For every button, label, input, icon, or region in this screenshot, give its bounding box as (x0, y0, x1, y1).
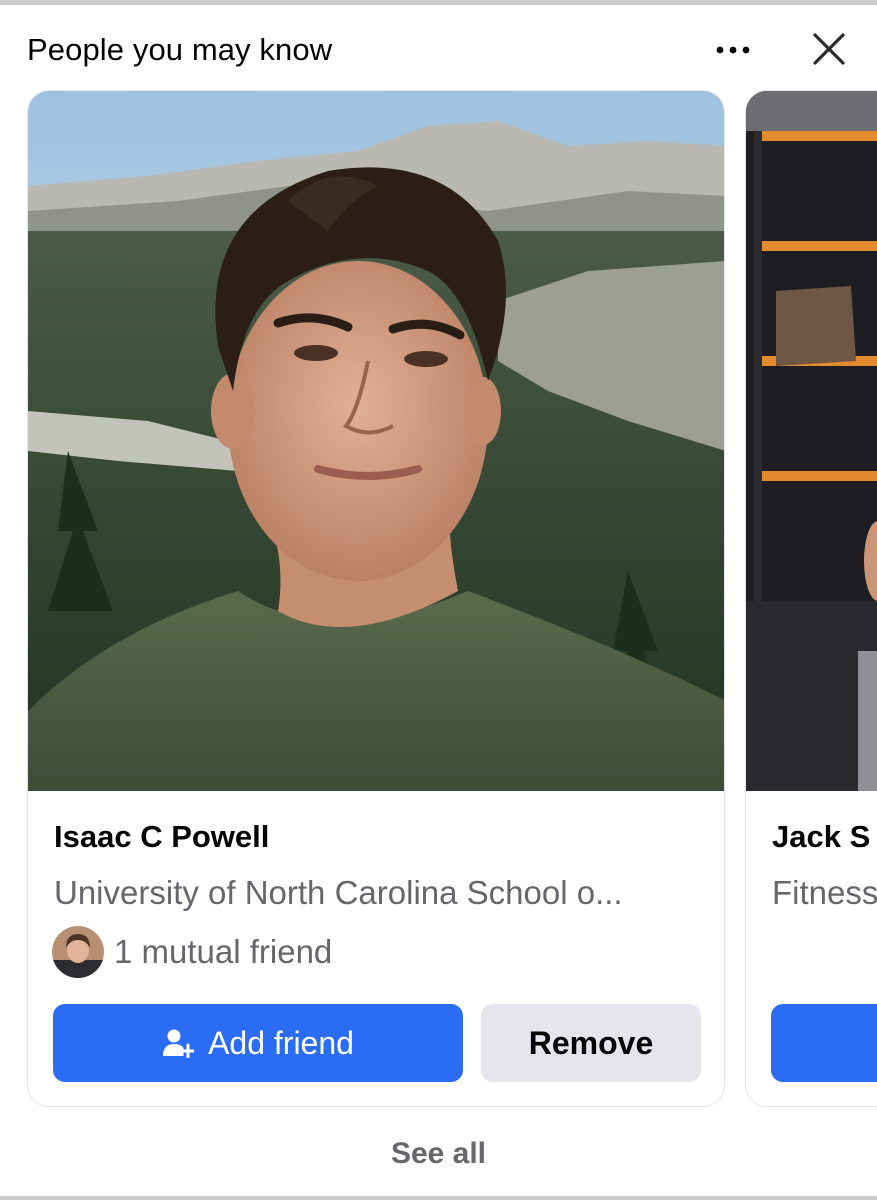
people-you-may-know-panel: People you may know Isaac C Powell Unive… (0, 0, 877, 1200)
profile-photo[interactable] (28, 91, 724, 791)
more-horizontal-icon (716, 46, 750, 54)
profile-photo[interactable] (746, 91, 877, 791)
add-friend-button[interactable]: Add friend (53, 1004, 463, 1082)
suggestion-card: Isaac C Powell University of North Carol… (27, 90, 725, 1107)
bottom-divider (0, 1196, 877, 1200)
close-icon (813, 33, 845, 65)
suggestion-name[interactable]: Isaac C Powell (54, 817, 269, 857)
add-friend-label: Add friend (208, 1024, 354, 1061)
mutual-friend-avatar (52, 926, 104, 978)
suggestions-carousel[interactable]: Isaac C Powell University of North Carol… (0, 90, 877, 1110)
mutual-friends-text: 1 mutual friend (114, 933, 333, 970)
see-all-link[interactable]: See all (0, 1134, 877, 1174)
remove-button[interactable]: Remove (481, 1004, 701, 1082)
section-title: People you may know (27, 32, 333, 67)
add-friend-button[interactable] (771, 1004, 877, 1082)
more-options-button[interactable] (708, 30, 758, 70)
add-person-icon (163, 1029, 195, 1058)
suggestion-subtitle: University of North Carolina School o... (54, 874, 623, 911)
mutual-friends-row[interactable]: 1 mutual friend (52, 925, 332, 979)
close-button[interactable] (802, 22, 856, 76)
suggestion-card: Jack S Fitness (745, 90, 877, 1107)
top-divider (0, 0, 877, 5)
suggestion-name[interactable]: Jack S (772, 817, 870, 857)
suggestion-subtitle: Fitness (772, 874, 877, 911)
